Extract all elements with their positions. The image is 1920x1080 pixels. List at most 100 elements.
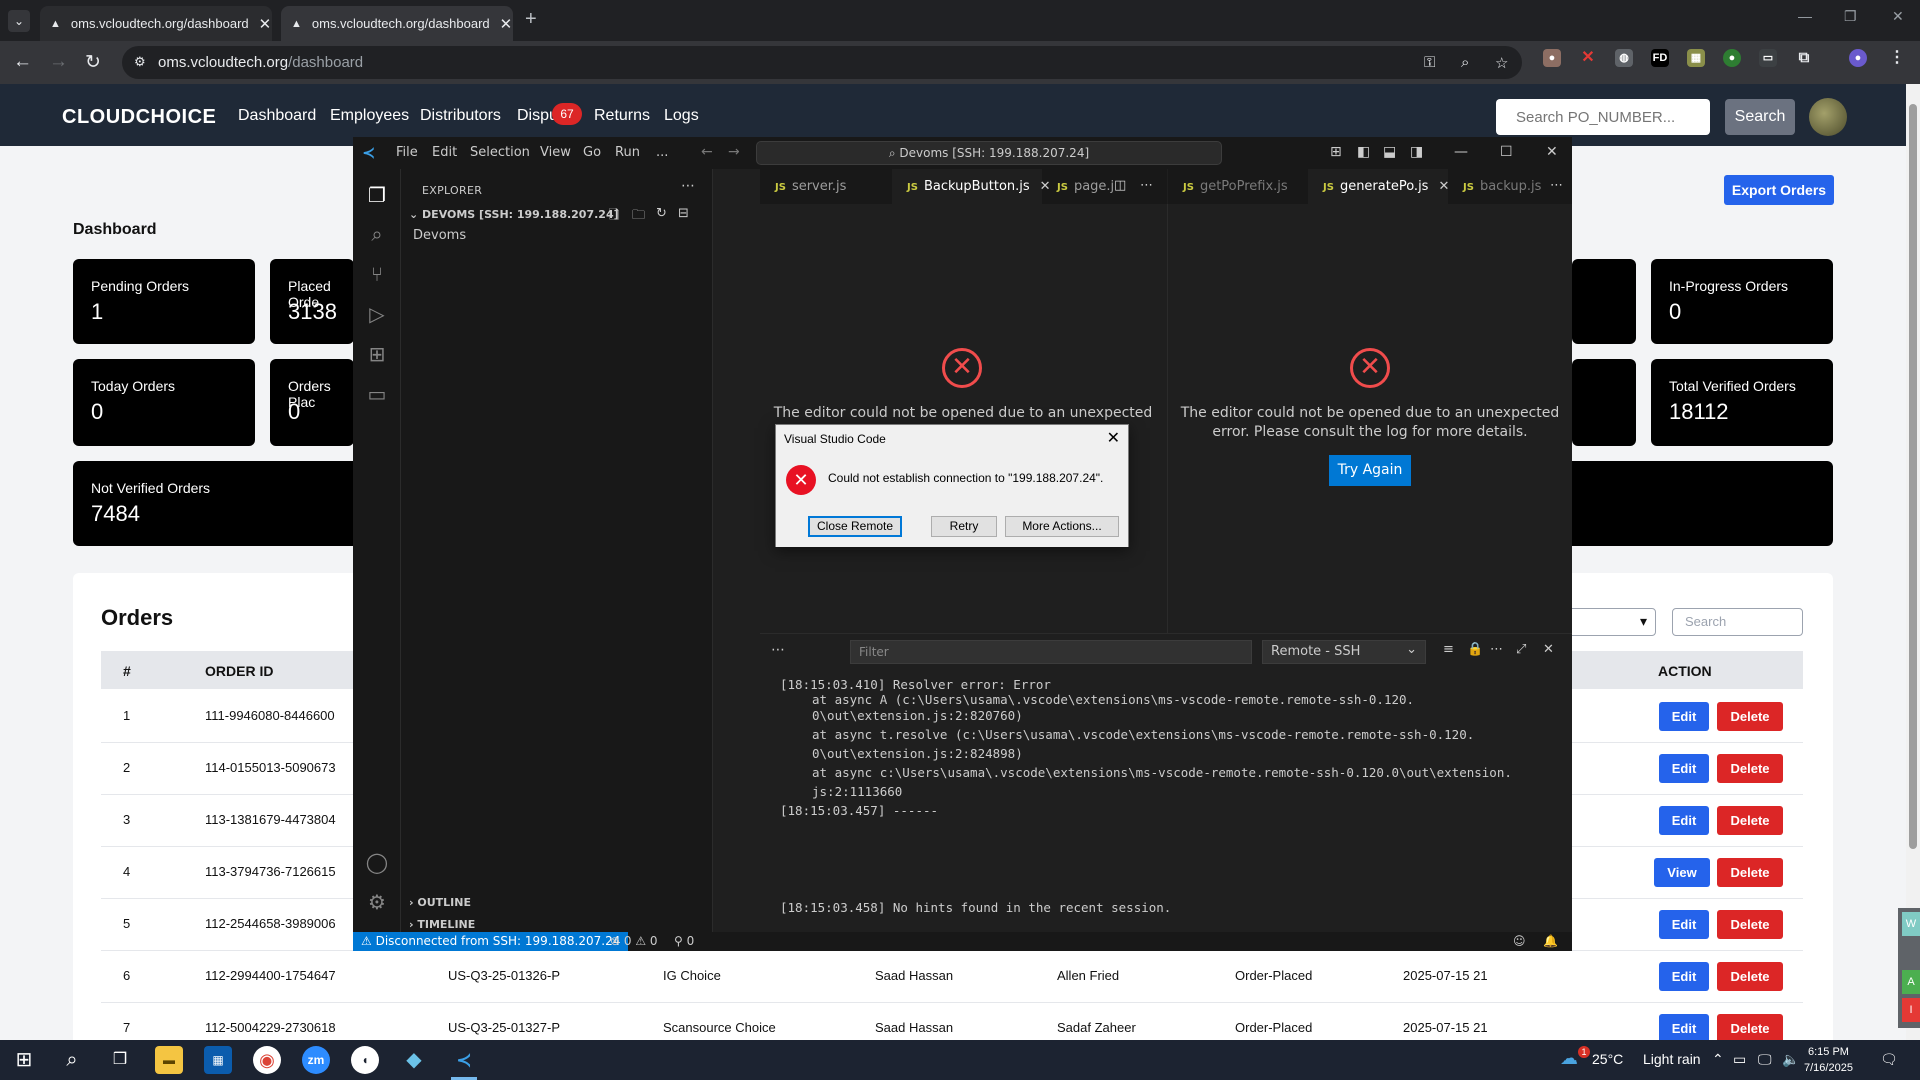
edit-button[interactable]: Edit <box>1659 806 1709 835</box>
accounts-icon[interactable]: ◯ <box>365 850 389 874</box>
menu-file[interactable]: File <box>396 145 418 160</box>
card-pending-orders[interactable]: Pending Orders 1 <box>73 259 255 344</box>
user-avatar[interactable] <box>1809 98 1847 136</box>
delete-button[interactable]: Delete <box>1717 858 1783 887</box>
side-tab-w[interactable]: W <box>1902 912 1920 936</box>
restore-icon[interactable]: ❐ <box>1844 8 1857 25</box>
export-orders-button[interactable]: Export Orders <box>1724 175 1834 205</box>
volume-icon[interactable]: 🔈 <box>1782 1051 1799 1068</box>
toggle-secondary-sidebar-icon[interactable]: ◨ <box>1410 144 1423 160</box>
tray-chevron-icon[interactable]: ⌃ <box>1712 1051 1724 1068</box>
menu-edit[interactable]: Edit <box>432 145 457 160</box>
toggle-sidebar-icon[interactable]: ◧ <box>1357 144 1370 160</box>
weather-temp[interactable]: 25°C <box>1592 1051 1623 1067</box>
chrome-taskbar-icon[interactable]: ◉ <box>253 1046 281 1074</box>
extension-globe-icon[interactable]: ◍ <box>1615 49 1633 67</box>
page-scrollbar[interactable] <box>1906 84 1920 1040</box>
reload-icon[interactable]: ↻ <box>85 51 101 74</box>
edit-button[interactable]: Edit <box>1659 962 1709 991</box>
notifications-bell-icon[interactable]: 🔔 <box>1543 934 1558 948</box>
orders-filter-select[interactable] <box>1563 608 1656 636</box>
editor-more-icon[interactable]: ⋯ <box>1550 178 1563 193</box>
folder-devoms[interactable]: Devoms <box>413 228 466 243</box>
windows-start-icon[interactable]: ⊞ <box>10 1046 38 1074</box>
tab-getpoprefix-js[interactable]: JS getPoPrefix.js <box>1168 169 1308 204</box>
menu-more[interactable]: ... <box>656 145 668 160</box>
edit-button[interactable]: Edit <box>1659 910 1709 939</box>
profile-avatar-icon[interactable]: ● <box>1849 49 1867 67</box>
new-file-icon[interactable]: 🗋 <box>609 206 619 228</box>
extension-image-icon[interactable]: ▦ <box>1687 49 1705 67</box>
vscode-maximize-icon[interactable]: ☐ <box>1500 144 1513 160</box>
battery-icon[interactable]: ▭ <box>1733 1051 1746 1068</box>
source-control-icon[interactable]: ⑂ <box>365 262 389 286</box>
extension-green-icon[interactable]: ● <box>1723 49 1741 67</box>
workspace-section[interactable]: ⌄ DEVOMS [SSH: 199.188.207.24] <box>409 208 619 221</box>
scrollbar-thumb[interactable] <box>1909 104 1917 849</box>
nav-employees[interactable]: Employees <box>330 107 409 125</box>
browser-tab-2[interactable]: ▲ oms.vcloudtech.org/dashboard ✕ <box>281 6 513 41</box>
close-window-icon[interactable]: ✕ <box>1892 8 1904 25</box>
edit-button[interactable]: Edit <box>1659 702 1709 731</box>
lock-scroll-icon[interactable]: 🔒 <box>1467 642 1483 657</box>
nav-distributors[interactable]: Distributors <box>420 107 501 125</box>
card-today-orders[interactable]: Today Orders 0 <box>73 359 255 446</box>
editor-more-icon[interactable]: ⋯ <box>1140 178 1153 193</box>
collapse-all-icon[interactable]: ⊟ <box>678 206 689 221</box>
nav-logs[interactable]: Logs <box>664 107 699 125</box>
chrome-menu-icon[interactable]: ⋮ <box>1888 49 1906 67</box>
orders-search-input[interactable]: Search <box>1672 608 1803 636</box>
extension-screen-icon[interactable]: ▭ <box>1759 49 1777 67</box>
nav-back-icon[interactable]: ← <box>701 144 713 160</box>
close-panel-icon[interactable]: ✕ <box>1543 642 1554 657</box>
maximize-panel-icon[interactable]: ⤢ <box>1516 642 1526 657</box>
split-editor-icon[interactable]: ◫ <box>1114 178 1126 193</box>
network-icon[interactable]: 🖵 <box>1758 1051 1772 1068</box>
minimize-icon[interactable]: — <box>1798 8 1812 24</box>
card-hidden-2[interactable] <box>1572 359 1636 446</box>
panel-more-actions-icon[interactable]: ⋯ <box>1490 642 1503 657</box>
nav-dashboard[interactable]: Dashboard <box>238 107 316 125</box>
notification-center-icon[interactable]: 🗨 <box>1880 1051 1898 1068</box>
close-tab-icon[interactable]: ✕ <box>500 15 513 33</box>
app-diamond-icon[interactable]: ◆ <box>400 1046 428 1074</box>
bookmark-star-icon[interactable]: ☆ <box>1495 54 1508 72</box>
more-actions-button[interactable]: More Actions... <box>1005 516 1119 537</box>
extensions-puzzle-icon[interactable]: ⧉ <box>1795 49 1813 67</box>
site-logo[interactable]: CLOUDCHOICE <box>62 106 216 129</box>
extension-icon[interactable]: ● <box>1543 49 1561 67</box>
weather-text[interactable]: Light rain <box>1643 1051 1701 1067</box>
card-orders-placed[interactable]: Orders Plac 0 <box>270 359 354 446</box>
clear-output-icon[interactable]: ≡ <box>1443 642 1454 657</box>
file-explorer-icon[interactable]: ▬ <box>155 1046 183 1074</box>
app-icon[interactable]: ◖ <box>351 1046 379 1074</box>
tab-generatepo-js[interactable]: JS generatePo.js ✕ <box>1308 169 1449 204</box>
delete-button[interactable]: Delete <box>1717 754 1783 783</box>
side-tab-i[interactable]: I <box>1902 998 1920 1022</box>
po-search-button[interactable]: Search <box>1725 99 1795 135</box>
back-icon[interactable]: ← <box>13 51 32 73</box>
outline-section[interactable]: › OUTLINE <box>409 896 471 909</box>
remote-indicator[interactable]: ⚠ Disconnected from SSH: 199.188.207.24 <box>353 932 629 951</box>
manage-gear-icon[interactable]: ⚙ <box>365 890 389 914</box>
run-debug-icon[interactable]: ▷ <box>365 302 389 326</box>
site-info-icon[interactable]: ⚙ <box>134 54 146 70</box>
zoom-icon[interactable]: ⌕ <box>1461 54 1469 71</box>
nav-returns[interactable]: Returns <box>594 107 650 125</box>
tab-page-js[interactable]: JS page.j <box>1042 169 1118 204</box>
delete-button[interactable]: Delete <box>1717 806 1783 835</box>
customize-layout-icon[interactable]: ⊞ <box>1330 144 1342 160</box>
task-view-icon[interactable]: ❒ <box>106 1046 134 1074</box>
password-key-icon[interactable]: ⚿ <box>1424 54 1435 71</box>
tab-search-icon[interactable]: ⌄ <box>8 10 30 32</box>
new-tab-icon[interactable]: + <box>525 8 537 31</box>
close-tab-icon[interactable]: ✕ <box>259 15 272 33</box>
nav-forward-icon[interactable]: → <box>728 144 740 160</box>
menu-run[interactable]: Run <box>615 145 640 160</box>
delete-button[interactable]: Delete <box>1717 702 1783 731</box>
delete-button[interactable]: Delete <box>1717 1014 1783 1043</box>
toggle-panel-icon[interactable]: ⬓ <box>1383 144 1396 160</box>
edit-button[interactable]: Edit <box>1659 754 1709 783</box>
refresh-icon[interactable]: ↻ <box>656 206 667 221</box>
remote-explorer-icon[interactable]: ▭ <box>365 382 389 406</box>
